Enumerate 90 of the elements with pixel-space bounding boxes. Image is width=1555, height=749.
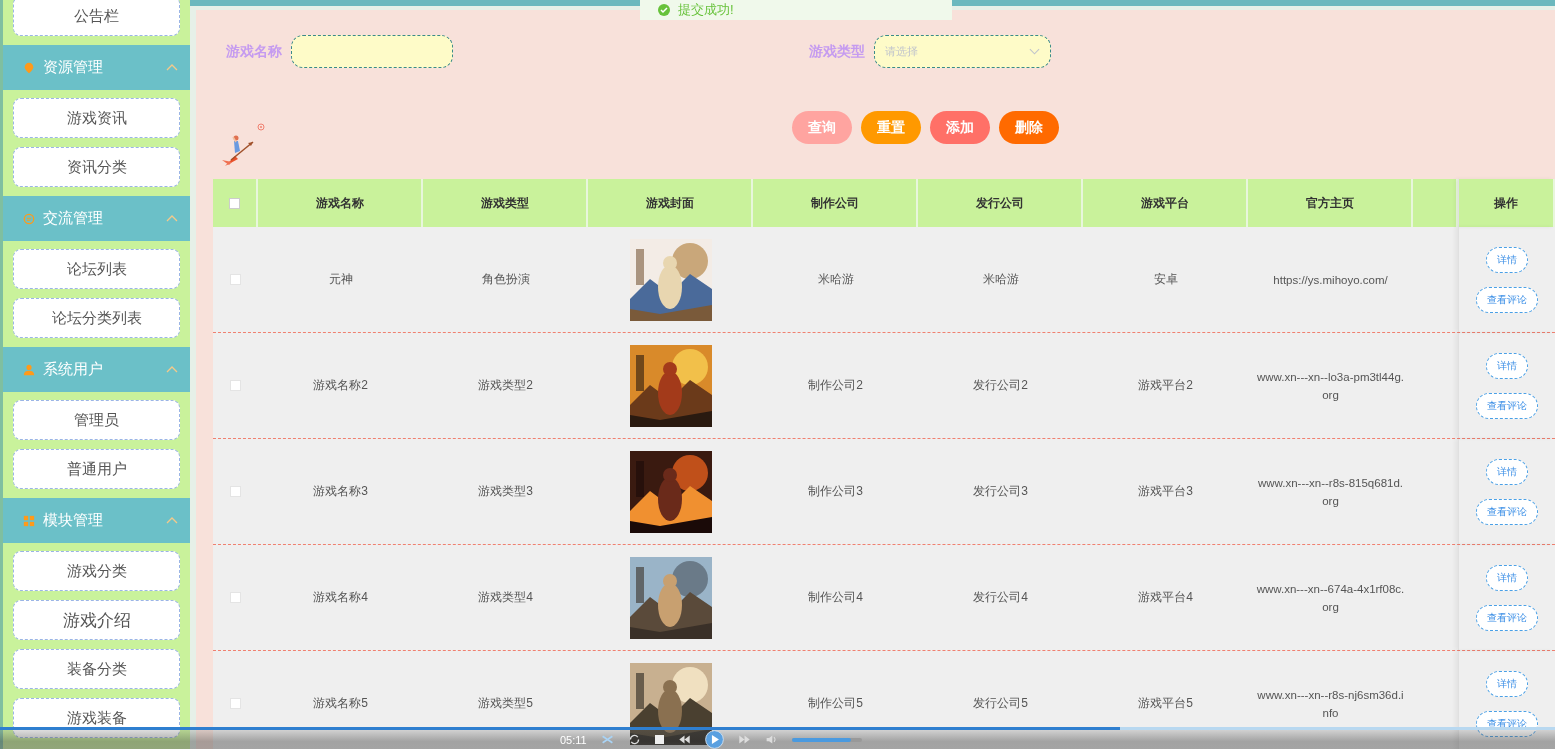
progress-track[interactable] [0, 727, 1555, 730]
sidebar-item[interactable]: 装备分类 [13, 649, 180, 689]
column-header: 发行公司 [975, 194, 1024, 212]
action-link-button[interactable]: 详情 [1486, 670, 1528, 697]
action-button[interactable]: 重置 [861, 111, 921, 144]
action-link-button[interactable]: 查看评论 [1476, 604, 1538, 631]
sidebar-item[interactable]: 游戏装备 [13, 698, 180, 738]
chat-icon [23, 212, 35, 225]
checkbox[interactable] [230, 380, 241, 391]
action-link-button[interactable]: 详情 [1486, 458, 1528, 485]
sidebar-item[interactable]: 公告栏 [13, 0, 180, 36]
checkbox[interactable] [230, 274, 241, 285]
table-cell-text: www.xn---xn--674a-4x1rf08c. org [1256, 581, 1405, 615]
action-link-button[interactable]: 查看评论 [1476, 498, 1538, 525]
column-header: 官方主页 [1305, 194, 1354, 212]
volume-icon[interactable] [764, 733, 778, 746]
action-link-button[interactable]: 详情 [1486, 246, 1528, 273]
action-link-button[interactable]: 查看评论 [1476, 286, 1538, 313]
table-cell-text: www.xn---xn--lo3a-pm3tl44g. org [1257, 369, 1404, 403]
table-cell: 角色扮演 [481, 271, 530, 288]
sidebar-item[interactable]: 普通用户 [13, 449, 180, 489]
table-cell: 发行公司3 [973, 483, 1028, 500]
sidebar-item[interactable]: 游戏分类 [13, 551, 180, 591]
sidebar-group-header[interactable]: 模块管理 [3, 498, 190, 543]
time-label: 05:11 [560, 733, 587, 746]
table-cell: 游戏类型3 [478, 483, 533, 500]
action-button[interactable]: 查询 [792, 111, 852, 144]
table-cell: 制作公司3 [808, 483, 863, 500]
action-button[interactable]: 删除 [999, 111, 1059, 144]
checkbox[interactable] [230, 486, 241, 497]
table-cell: 制作公司5 [808, 695, 863, 712]
table-cell: 游戏类型2 [478, 377, 533, 394]
column-header: 游戏封面 [645, 194, 694, 212]
column-header: 操作 [1494, 194, 1518, 212]
table-cell-text: www.xn---xn--r8s-nj6sm36d.i nfo [1257, 687, 1404, 721]
play-button[interactable] [704, 730, 724, 749]
sidebar-item[interactable]: 游戏介绍 [13, 600, 180, 640]
table-cell: 游戏平台2 [1138, 377, 1193, 394]
table-cell: 游戏类型4 [478, 589, 533, 606]
sidebar-item[interactable]: 管理员 [13, 400, 180, 440]
table-cell: 游戏名称4 [313, 589, 368, 606]
table-cell-text: https://ys.mihoyo.com/ [1273, 272, 1388, 288]
user-icon [23, 363, 35, 376]
table-cell: 米哈游 [982, 271, 1019, 288]
column-header: 游戏类型 [480, 194, 529, 212]
sidebar-item[interactable]: 论坛分类列表 [13, 298, 180, 338]
field-label: 游戏类型 [809, 42, 865, 61]
sidebar-group-header[interactable]: 资源管理 [3, 45, 190, 90]
checkbox[interactable] [230, 592, 241, 603]
table-cell: 发行公司2 [973, 377, 1028, 394]
table-cell: 游戏名称5 [313, 695, 368, 712]
table-cell: 安卓 [1153, 271, 1178, 288]
checkbox[interactable] [230, 698, 241, 709]
table-cell: 游戏平台3 [1138, 483, 1193, 500]
chevron-down-icon [1029, 48, 1040, 55]
column-header: 游戏名称 [315, 194, 364, 212]
column-header: 制作公司 [810, 194, 859, 212]
table-cell: 制作公司2 [808, 377, 863, 394]
table-cell: 元神 [328, 271, 353, 288]
table-cell-text: www.xn---xn--r8s-815q681d. org [1257, 475, 1404, 509]
sidebar-group-header[interactable]: 交流管理 [3, 196, 190, 241]
sidebar-group-header[interactable]: 系统用户 [3, 347, 190, 392]
table-cell: 发行公司4 [973, 589, 1028, 606]
repeat-icon[interactable] [627, 733, 641, 746]
toast-text: 提交成功! [678, 1, 734, 19]
table-cell: 游戏名称3 [313, 483, 368, 500]
table-cell: 米哈游 [817, 271, 854, 288]
next-icon[interactable] [737, 733, 751, 746]
grid-icon [23, 514, 35, 527]
check-circle-icon [658, 4, 670, 16]
sidebar-item[interactable]: 论坛列表 [13, 249, 180, 289]
sidebar-item[interactable]: 游戏资讯 [13, 98, 180, 138]
field-label: 游戏名称 [226, 42, 282, 61]
column-header: 游戏平台 [1140, 194, 1189, 212]
table-cell: 游戏类型5 [478, 695, 533, 712]
checkbox[interactable] [229, 197, 240, 209]
action-link-button[interactable]: 详情 [1486, 352, 1528, 379]
table-cell: 游戏平台4 [1138, 589, 1193, 606]
previous-icon[interactable] [677, 733, 691, 746]
action-link-button[interactable]: 查看评论 [1476, 392, 1538, 419]
action-link-button[interactable]: 详情 [1486, 564, 1528, 591]
pin-icon [23, 61, 35, 74]
input-field[interactable] [291, 35, 453, 68]
sidebar-item[interactable]: 资讯分类 [13, 147, 180, 187]
table-cell: 发行公司5 [973, 695, 1028, 712]
table-cell: 游戏名称2 [313, 377, 368, 394]
table-cell: 游戏平台5 [1138, 695, 1193, 712]
action-button[interactable]: 添加 [930, 111, 990, 144]
table-cell: 制作公司4 [808, 589, 863, 606]
stop-icon[interactable] [654, 735, 664, 744]
